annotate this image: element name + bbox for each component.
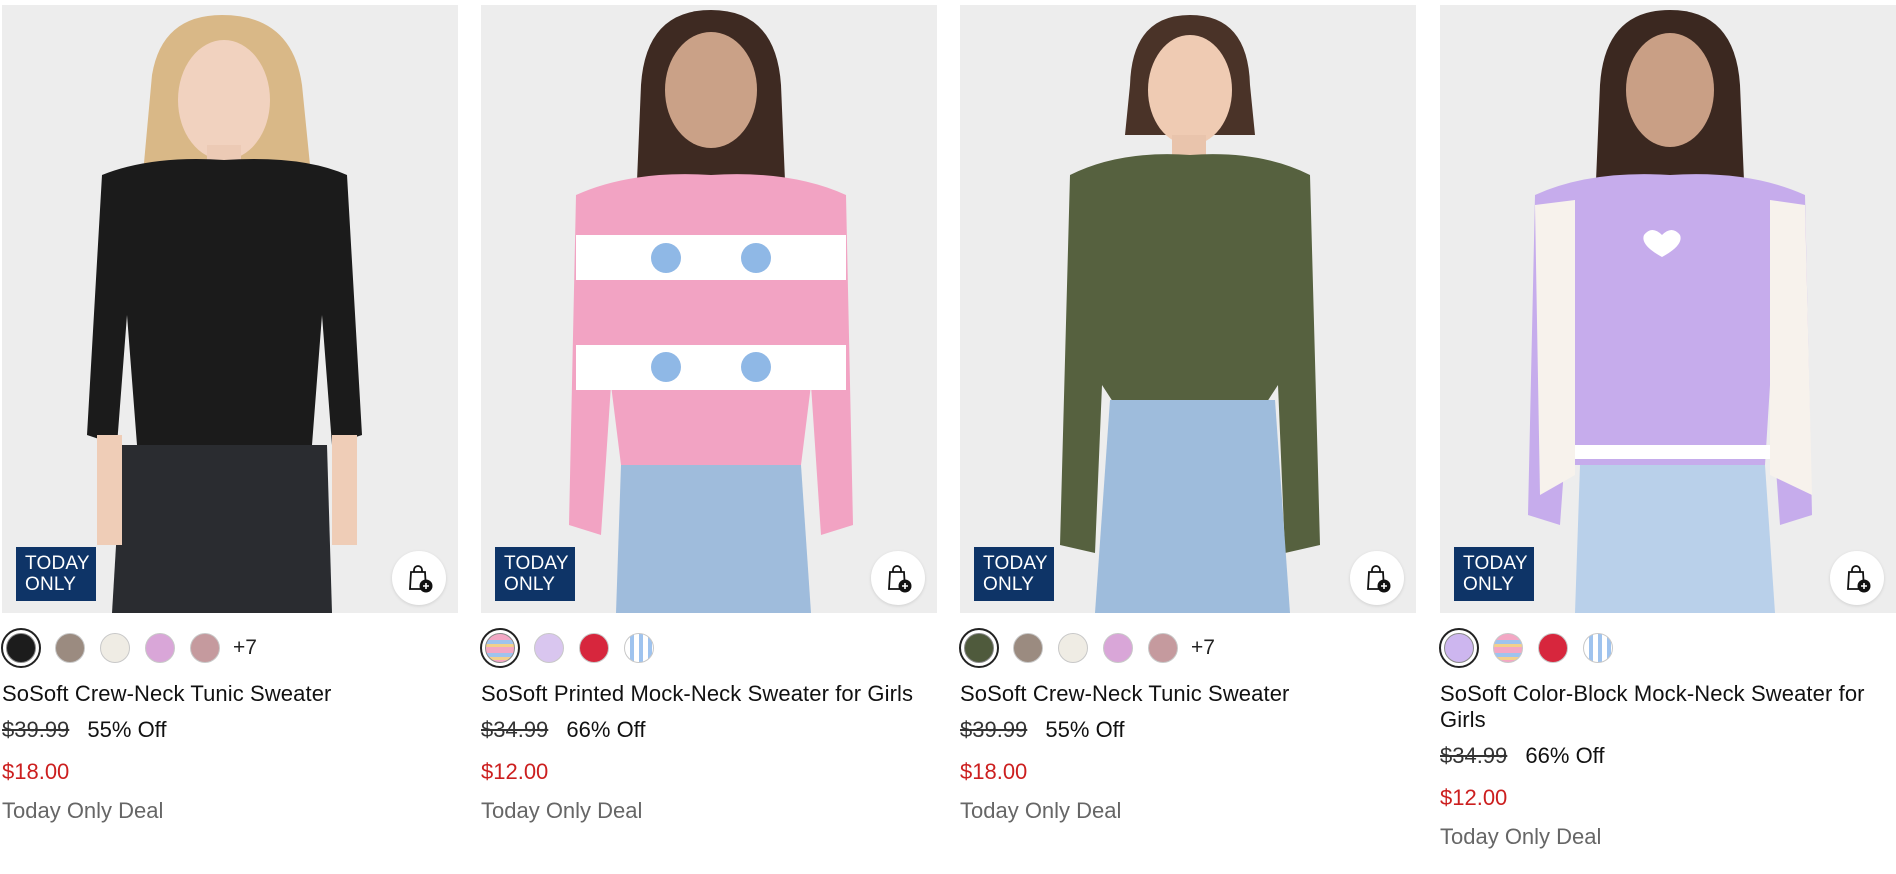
shopping-bag-plus-icon	[1367, 565, 1391, 593]
badge-line: ONLY	[983, 574, 1035, 595]
today-only-badge: TODAY ONLY	[16, 547, 96, 601]
product-name[interactable]: SoSoft Color-Block Mock-Neck Sweater for…	[1440, 681, 1896, 733]
add-to-bag-button[interactable]	[1350, 551, 1404, 605]
discount-label: 55% Off	[1045, 717, 1125, 742]
original-price: $34.99	[481, 717, 549, 742]
color-swatch[interactable]	[1538, 633, 1568, 663]
discount-label: 66% Off	[566, 717, 646, 742]
price-row: $39.99 55% Off	[2, 717, 458, 743]
color-swatches: +7	[959, 625, 1416, 671]
product-image[interactable]: TODAY ONLY	[960, 5, 1416, 613]
color-swatch[interactable]	[579, 633, 609, 663]
badge-line: TODAY	[504, 553, 569, 574]
product-photo	[481, 5, 937, 613]
today-only-badge: TODAY ONLY	[1454, 547, 1534, 601]
product-grid: TODAY ONLY +7 SoSoft Crew-Neck Tunic Swe…	[0, 0, 1896, 874]
product-card[interactable]: TODAY ONLY +7 SoSoft Crew-Neck Tunic Swe…	[1, 0, 458, 824]
product-photo	[1440, 5, 1896, 613]
color-swatch[interactable]	[1058, 633, 1088, 663]
color-swatches	[480, 625, 937, 671]
color-swatches: +7	[1, 625, 458, 671]
add-to-bag-button[interactable]	[392, 551, 446, 605]
add-to-bag-button[interactable]	[1830, 551, 1884, 605]
deal-label: Today Only Deal	[960, 798, 1122, 823]
color-swatch[interactable]	[1493, 633, 1523, 663]
original-price: $39.99	[2, 717, 70, 742]
color-swatch[interactable]	[1013, 633, 1043, 663]
color-swatch[interactable]	[534, 633, 564, 663]
color-swatch[interactable]	[1439, 628, 1479, 668]
product-name[interactable]: SoSoft Printed Mock-Neck Sweater for Gir…	[481, 681, 937, 707]
today-only-badge: TODAY ONLY	[974, 547, 1054, 601]
product-image[interactable]: TODAY ONLY	[481, 5, 937, 613]
color-swatch[interactable]	[1, 628, 41, 668]
badge-line: TODAY	[1463, 553, 1528, 574]
shopping-bag-plus-icon	[1847, 565, 1871, 593]
discount-label: 66% Off	[1525, 743, 1605, 768]
badge-line: TODAY	[983, 553, 1048, 574]
color-swatch[interactable]	[1148, 633, 1178, 663]
badge-line: ONLY	[1463, 574, 1515, 595]
shopping-bag-plus-icon	[888, 565, 912, 593]
color-swatch[interactable]	[959, 628, 999, 668]
add-to-bag-button[interactable]	[871, 551, 925, 605]
color-swatch[interactable]	[1583, 633, 1613, 663]
product-card[interactable]: TODAY ONLY SoSoft Printed Mock-Neck Swea…	[480, 0, 937, 824]
product-card[interactable]: TODAY ONLY +7 SoSoft Crew-Neck Tunic Swe…	[959, 0, 1416, 824]
deal-label: Today Only Deal	[1440, 824, 1602, 849]
color-swatch[interactable]	[480, 628, 520, 668]
more-colors-link[interactable]: +7	[1191, 636, 1215, 660]
color-swatch[interactable]	[55, 633, 85, 663]
product-card[interactable]: TODAY ONLY SoSoft Color-Block Mock-Neck …	[1439, 0, 1896, 850]
product-photo	[960, 5, 1416, 613]
deal-label: Today Only Deal	[481, 798, 643, 823]
more-colors-link[interactable]: +7	[233, 636, 257, 660]
price-row: $39.99 55% Off	[960, 717, 1416, 743]
color-swatch[interactable]	[624, 633, 654, 663]
sale-price: $18.00	[2, 759, 70, 784]
color-swatch[interactable]	[100, 633, 130, 663]
price-row: $34.99 66% Off	[481, 717, 937, 743]
color-swatch[interactable]	[1103, 633, 1133, 663]
shopping-bag-plus-icon	[409, 565, 433, 593]
color-swatch[interactable]	[190, 633, 220, 663]
color-swatch[interactable]	[145, 633, 175, 663]
product-photo	[2, 5, 458, 613]
deal-label: Today Only Deal	[2, 798, 164, 823]
sale-price: $12.00	[1440, 785, 1508, 810]
product-name[interactable]: SoSoft Crew-Neck Tunic Sweater	[960, 681, 1416, 707]
badge-line: TODAY	[25, 553, 90, 574]
product-name[interactable]: SoSoft Crew-Neck Tunic Sweater	[2, 681, 458, 707]
badge-line: ONLY	[504, 574, 556, 595]
badge-line: ONLY	[25, 574, 77, 595]
today-only-badge: TODAY ONLY	[495, 547, 575, 601]
original-price: $34.99	[1440, 743, 1508, 768]
sale-price: $12.00	[481, 759, 549, 784]
price-row: $34.99 66% Off	[1440, 743, 1896, 769]
discount-label: 55% Off	[87, 717, 167, 742]
product-image[interactable]: TODAY ONLY	[1440, 5, 1896, 613]
product-image[interactable]: TODAY ONLY	[2, 5, 458, 613]
original-price: $39.99	[960, 717, 1028, 742]
sale-price: $18.00	[960, 759, 1028, 784]
color-swatches	[1439, 625, 1896, 671]
